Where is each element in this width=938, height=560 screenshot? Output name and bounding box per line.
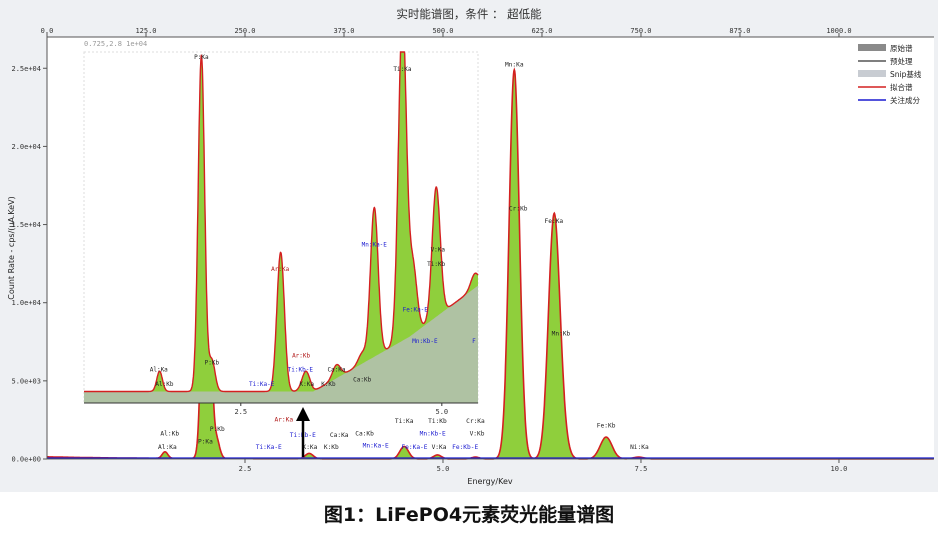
peak-label: Fe:Kb bbox=[597, 423, 616, 430]
peak-label: Ca:Ka bbox=[330, 432, 349, 439]
inset-peak-label: Ar:Kb bbox=[292, 352, 310, 359]
peak-label: Mn:Ka bbox=[505, 62, 524, 69]
peak-label: Mn:Kb bbox=[552, 331, 571, 338]
x-axis: 2.5 5.0 7.5 10.0 bbox=[47, 458, 934, 473]
y-axis: 0.0e+005.0e+031.0e+041.5e+042.0e+042.5e+… bbox=[11, 37, 48, 464]
legend-label: 拟合谱 bbox=[890, 82, 913, 92]
legend-label: 关注成分 bbox=[890, 95, 920, 105]
peak-label: Ti:Ka-E bbox=[256, 444, 282, 451]
inset-peak-label: Ti:Kb bbox=[427, 261, 445, 268]
top-tick-label: 750.0 bbox=[630, 27, 651, 35]
peak-label: Ti:Ka bbox=[395, 418, 414, 425]
figure-caption: 图1：LiFePO4元素荧光能量谱图 bbox=[323, 504, 615, 526]
top-tick-label: 1000.0 bbox=[826, 27, 851, 35]
inset-peak-label: Al:Kb bbox=[155, 381, 173, 388]
inset-x-tick-label: 2.5 bbox=[234, 408, 247, 416]
inset-peak-label: Ca:Kb bbox=[353, 376, 371, 383]
peak-label: V:Kb bbox=[470, 431, 485, 438]
top-channel-axis: 0.0 125.0 250.0 375.0 500.0 625.0 750.0 875.0 10… bbox=[41, 27, 934, 38]
top-tick-label: 250.0 bbox=[234, 27, 255, 35]
inset-x-tick-label: 5.0 bbox=[435, 408, 448, 416]
inset-peak-label: V:Ka bbox=[431, 247, 446, 254]
peak-label: K:Ka bbox=[302, 444, 317, 451]
x-tick-label: 5.0 bbox=[437, 465, 450, 473]
top-tick-label: 125.0 bbox=[135, 27, 156, 35]
legend-label: 原始谱 bbox=[890, 43, 913, 53]
x-tick-label: 2.5 bbox=[239, 465, 252, 473]
legend-swatch bbox=[858, 70, 886, 77]
peak-label: Al:Kb bbox=[160, 431, 179, 438]
y-tick-label: 5.0e+03 bbox=[11, 377, 41, 385]
inset-peak-label: K:Kb bbox=[321, 381, 336, 388]
inset-peak-label: P:Ka bbox=[194, 54, 209, 61]
top-tick-label: 500.0 bbox=[432, 27, 453, 35]
peak-label: Ar:Ka bbox=[274, 416, 293, 423]
inset-peak-label: Ca:Ka bbox=[327, 367, 345, 374]
peak-label: Mn:Ka-E bbox=[363, 442, 389, 449]
inset-peak-label: Ti:Ka-E bbox=[249, 381, 275, 388]
peak-label: Ca:Kb bbox=[355, 431, 374, 438]
peak-label: V:Ka bbox=[432, 444, 447, 451]
inset-peak-label: Ti:Ka bbox=[393, 66, 411, 73]
peak-label: Cr:Ka bbox=[466, 418, 485, 425]
top-tick-label: 375.0 bbox=[333, 27, 354, 35]
inset-peak-label: Ti:Kb-E bbox=[288, 367, 314, 374]
inset-peak-label: F bbox=[472, 338, 476, 345]
x-tick-label: 10.0 bbox=[831, 465, 848, 473]
top-tick-label: 875.0 bbox=[729, 27, 750, 35]
inset-peak-label: Ar:Ka bbox=[271, 266, 289, 273]
peak-label: Mn:Kb-E bbox=[420, 431, 446, 438]
peak-label: K:Kb bbox=[324, 444, 339, 451]
peak-label: Fe:Kb-E bbox=[452, 444, 478, 451]
coordinate-readout: 0.725,2.8 1e+04 bbox=[84, 40, 147, 48]
legend-label: Snip基线 bbox=[890, 69, 922, 79]
y-tick-label: 0.0e+00 bbox=[11, 456, 41, 464]
legend-label: 预处理 bbox=[890, 56, 913, 66]
peak-label: P:Ka bbox=[198, 438, 213, 445]
peak-label: Ni:Ka bbox=[630, 444, 649, 451]
chart-title: 实时能谱图，条件 ： 超低能 bbox=[396, 7, 542, 21]
inset-peak-label: P:Kb bbox=[205, 360, 220, 367]
inset-peak-label: Mn:Ka-E bbox=[362, 242, 388, 249]
peak-label: Fe:Ka-E bbox=[401, 444, 427, 451]
inset-peak-label: Mn:Kb-E bbox=[412, 338, 438, 345]
top-tick-label: 0.0 bbox=[41, 27, 54, 35]
y-tick-label: 2.5e+04 bbox=[11, 65, 41, 73]
legend-swatch bbox=[858, 44, 886, 51]
peak-label: Ti:Kb bbox=[428, 418, 447, 425]
inset-peak-label: K:Ka bbox=[300, 381, 315, 388]
peak-label: Al:Ka bbox=[158, 444, 177, 451]
top-tick-label: 625.0 bbox=[531, 27, 552, 35]
x-tick-label: 7.5 bbox=[635, 465, 648, 473]
inset-peak-label: Al:Ka bbox=[150, 367, 168, 374]
inset-peak-label: Fe:Ka-E bbox=[403, 307, 429, 314]
peak-label: P:Kb bbox=[210, 426, 225, 433]
zoom-inset: 2.5 5.0 Al:Ka Al:Kb P:Ka P:Kb Ti:Ka-E Ar:Ka Ar:K… bbox=[83, 51, 479, 416]
spectrum-chart: 实时能谱图，条件 ： 超低能 0.0 125.0 250.0 375.0 500.0 62… bbox=[7, 7, 934, 486]
y-axis-label: Count Rate - cps/(uA.KeV) bbox=[7, 196, 16, 299]
spectrum-window: 实时能谱图，条件 ： 超低能 0.0 125.0 250.0 375.0 500.0 62… bbox=[0, 0, 938, 492]
peak-label: Cr:Kb bbox=[509, 205, 528, 212]
x-axis-label: Energy/Kev bbox=[467, 477, 512, 486]
y-tick-label: 2.0e+04 bbox=[11, 143, 41, 151]
peak-label: Fe:Ka bbox=[545, 218, 564, 225]
